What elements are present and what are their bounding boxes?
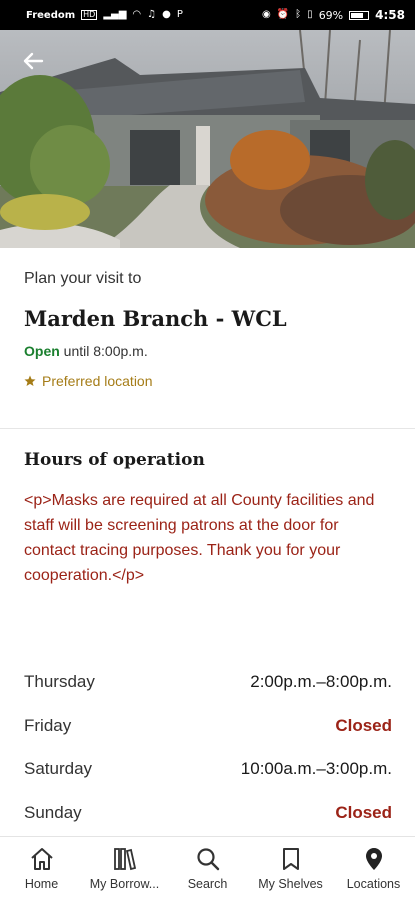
hours-day: Sunday <box>24 802 82 822</box>
clock: 4:58 <box>375 8 405 22</box>
hours-time: Closed <box>335 802 392 822</box>
star-icon <box>24 375 36 386</box>
chat-icon: ● <box>162 9 171 20</box>
bottom-navigation: Home My Borrow... Search My Shelves Loca… <box>0 836 415 900</box>
open-hours-line: Open until 8:00p.m. <box>24 343 394 359</box>
signal-icon: ▂▄▆ <box>103 9 127 20</box>
visit-pre-title: Plan your visit to <box>24 270 142 287</box>
preferred-location-label: Preferred location <box>42 373 153 389</box>
hours-day: Thursday <box>24 672 95 691</box>
battery-percent: 69% <box>318 8 344 22</box>
wifi-icon: ◠ <box>132 9 142 20</box>
location-pin-icon <box>365 848 382 870</box>
arrow-left-icon <box>23 52 44 70</box>
search-icon <box>196 848 219 871</box>
hours-time: 10:00a.m.–3:00p.m. <box>240 759 392 778</box>
section-divider <box>0 428 415 429</box>
hours-row: Saturday 10:00a.m.–3:00p.m. <box>24 759 392 803</box>
hours-row: Friday Closed <box>24 716 392 760</box>
nav-locations[interactable]: Locations <box>332 845 415 891</box>
bookmark-icon <box>282 848 299 870</box>
nav-my-borrowing[interactable]: My Borrow... <box>83 845 166 891</box>
nav-label: My Borrow... <box>89 877 160 891</box>
hours-day: Friday <box>24 715 72 735</box>
vibrate-icon: ▯ <box>307 9 313 20</box>
back-button[interactable] <box>18 46 48 76</box>
hours-title: Hours of operation <box>24 450 205 470</box>
nav-label: Locations <box>346 877 401 891</box>
eye-icon: ◉ <box>261 9 271 20</box>
open-until: until 8:00p.m. <box>59 343 148 359</box>
alarm-icon: ⏰ <box>276 9 290 20</box>
nav-my-shelves[interactable]: My Shelves <box>249 845 332 891</box>
status-bar: Freedom HD ▂▄▆ ◠ ♫ ● P ◉ ⏰ ᛒ ▯ 69% 4:58 <box>0 0 415 30</box>
bluetooth-icon: ᛒ <box>295 9 302 20</box>
parking-icon: P <box>176 9 183 20</box>
carrier-name: Freedom <box>26 9 76 21</box>
music-icon: ♫ <box>147 9 157 20</box>
hours-notice: <p>Masks are required at all County faci… <box>24 492 375 584</box>
nav-label: Search <box>187 877 228 891</box>
home-icon <box>30 848 53 870</box>
branch-name: Marden Branch - WCL <box>24 306 287 331</box>
hours-list: Thursday 2:00p.m.–8:00p.m. Friday Closed… <box>24 672 392 846</box>
branch-photo <box>0 30 415 248</box>
nav-label: Home <box>24 877 59 891</box>
open-status: Open <box>24 343 60 359</box>
nav-home[interactable]: Home <box>0 845 83 891</box>
books-icon <box>113 848 136 871</box>
preferred-location[interactable]: Preferred location <box>24 373 394 389</box>
nav-search[interactable]: Search <box>166 845 249 891</box>
visit-info: Plan your visit to Marden Branch - WCL O… <box>24 270 394 389</box>
hours-row: Thursday 2:00p.m.–8:00p.m. <box>24 672 392 716</box>
nav-label: My Shelves <box>258 877 323 891</box>
hours-time: Closed <box>335 715 392 735</box>
hd-badge: HD <box>81 10 98 20</box>
battery-icon <box>349 10 370 20</box>
branch-building-illustration <box>0 30 415 248</box>
hours-day: Saturday <box>24 759 93 778</box>
hours-time: 2:00p.m.–8:00p.m. <box>250 672 392 691</box>
